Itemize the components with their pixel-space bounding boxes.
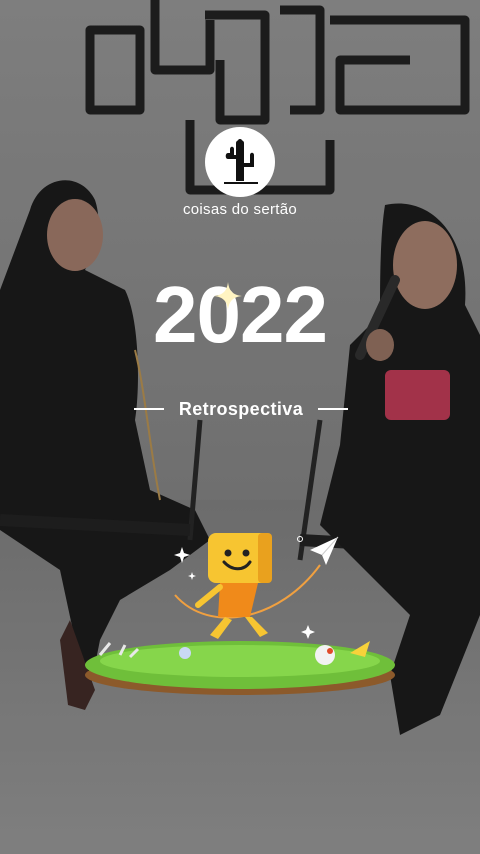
divider-left: [134, 408, 164, 410]
grass-island-illustration: [85, 641, 395, 695]
cactus-logo-icon: [224, 139, 258, 184]
subtitle-row: Retrospectiva: [134, 398, 348, 420]
mascot-scene: [85, 533, 395, 695]
story-frame: coisas do sertão 2022 Retrospectiva: [0, 0, 480, 854]
paper-plane-icon: [310, 536, 339, 565]
sparkle-icon: [214, 282, 242, 310]
brand-avatar[interactable]: [205, 127, 275, 197]
subtitle: Retrospectiva: [178, 398, 304, 419]
divider-right: [318, 408, 348, 410]
brand-name: coisas do sertão: [182, 201, 298, 218]
smiley-mascot-icon: [195, 533, 272, 639]
